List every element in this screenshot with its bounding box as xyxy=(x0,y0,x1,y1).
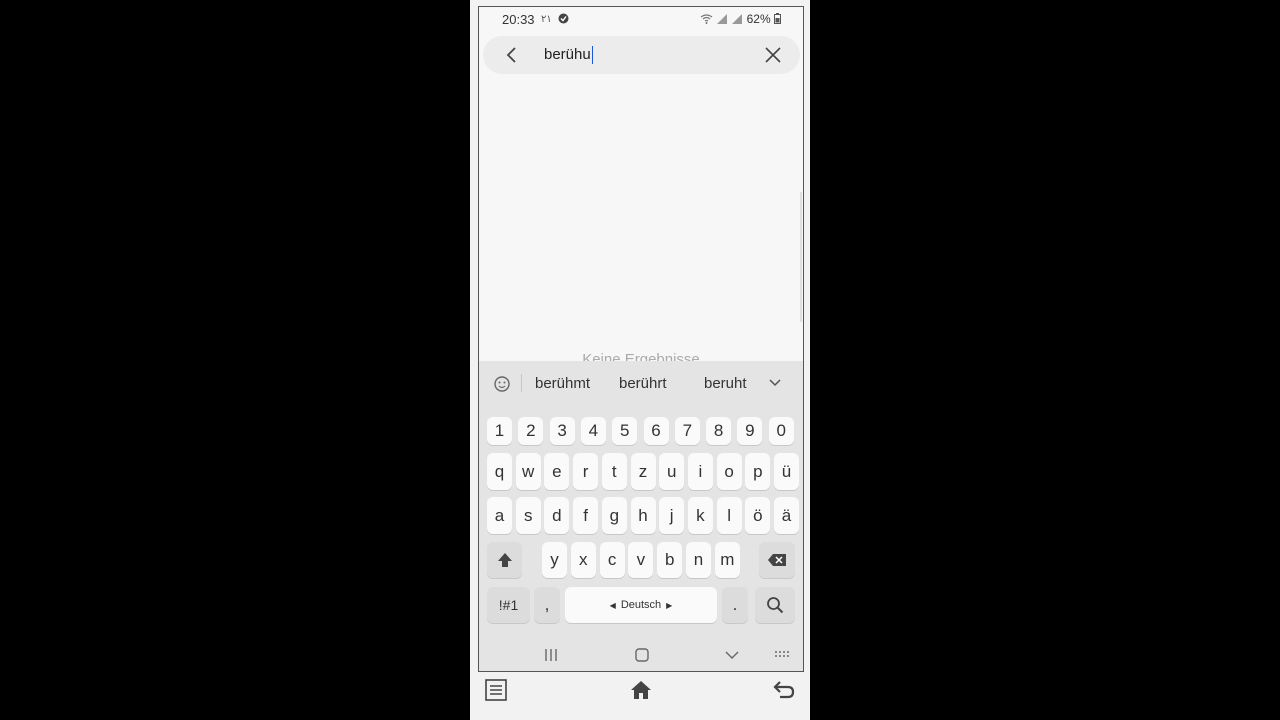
space-key[interactable]: ◀ Deutsch ▶ xyxy=(565,587,717,623)
key-g[interactable]: g xyxy=(601,497,627,534)
hide-keyboard-icon[interactable] xyxy=(724,647,740,663)
key-4[interactable]: 4 xyxy=(580,417,606,445)
app-bottom-nav xyxy=(470,672,810,720)
key-8[interactable]: 8 xyxy=(706,417,732,445)
undo-arrow-icon[interactable] xyxy=(772,678,796,702)
backspace-icon xyxy=(768,554,786,566)
battery-icon xyxy=(774,13,781,24)
emoji-toggle-icon[interactable] xyxy=(492,374,512,394)
suggestion-2[interactable]: berührt xyxy=(619,375,667,392)
status-time: 20:33 xyxy=(502,12,535,27)
key-w[interactable]: w xyxy=(515,453,541,490)
key-m[interactable]: m xyxy=(714,542,740,578)
key-s[interactable]: s xyxy=(515,497,541,534)
key-d[interactable]: d xyxy=(544,497,570,534)
search-key[interactable] xyxy=(755,587,795,623)
key-t[interactable]: t xyxy=(601,453,627,490)
key-p[interactable]: p xyxy=(745,453,771,490)
scrollbar[interactable] xyxy=(800,192,802,322)
symbols-key[interactable]: !#1 xyxy=(487,587,530,623)
signal-2-icon xyxy=(732,14,743,24)
comma-key[interactable]: , xyxy=(534,587,560,623)
key-r[interactable]: r xyxy=(573,453,599,490)
key-ü[interactable]: ü xyxy=(774,453,799,490)
shift-arrow-icon xyxy=(497,553,512,567)
backspace-key[interactable] xyxy=(759,542,795,578)
key-o[interactable]: o xyxy=(716,453,742,490)
key-n[interactable]: n xyxy=(686,542,711,578)
key-e[interactable]: e xyxy=(544,453,570,490)
key-f[interactable]: f xyxy=(573,497,599,534)
space-language-label: Deutsch xyxy=(620,599,662,611)
keyboard: berühmt berührt beruht 1234567890 qwertz… xyxy=(479,361,803,671)
status-extra: ٢١ xyxy=(541,13,569,25)
status-right: 62% xyxy=(700,12,781,26)
key-x[interactable]: x xyxy=(570,542,596,578)
key-j[interactable]: j xyxy=(659,497,685,534)
key-ä[interactable]: ä xyxy=(774,497,799,534)
recent-apps-icon[interactable] xyxy=(543,647,559,663)
key-2[interactable]: 2 xyxy=(518,417,544,445)
key-0[interactable]: 0 xyxy=(768,417,794,445)
home-house-icon[interactable] xyxy=(628,678,654,702)
notification-icon xyxy=(558,13,569,24)
key-5[interactable]: 5 xyxy=(612,417,638,445)
search-input[interactable]: berühu xyxy=(544,46,593,64)
key-u[interactable]: u xyxy=(659,453,685,490)
status-extra-text: ٢١ xyxy=(541,14,552,25)
key-c[interactable]: c xyxy=(599,542,625,578)
key-q[interactable]: q xyxy=(487,453,512,490)
battery-percent: 62% xyxy=(746,12,771,26)
system-nav-bar xyxy=(479,637,803,671)
language-prev-icon: ◀ xyxy=(609,600,616,610)
suggestion-divider xyxy=(521,374,522,392)
key-h[interactable]: h xyxy=(630,497,656,534)
key-9[interactable]: 9 xyxy=(737,417,763,445)
key-z[interactable]: z xyxy=(630,453,656,490)
key-l[interactable]: l xyxy=(716,497,742,534)
signal-icon xyxy=(716,14,727,24)
key-a[interactable]: a xyxy=(487,497,512,534)
key-y[interactable]: y xyxy=(542,542,567,578)
status-bar: 20:33 ٢١ 62% xyxy=(479,7,803,33)
wifi-icon xyxy=(700,14,712,24)
key-7[interactable]: 7 xyxy=(674,417,700,445)
home-icon[interactable] xyxy=(634,647,650,663)
language-next-icon: ▶ xyxy=(666,600,673,610)
search-bar: berühu xyxy=(483,36,800,74)
period-key[interactable]: . xyxy=(722,587,748,623)
back-arrow-icon[interactable] xyxy=(501,44,523,66)
key-v[interactable]: v xyxy=(628,542,654,578)
suggestion-1[interactable]: berühmt xyxy=(535,375,590,392)
keyboard-switch-icon[interactable] xyxy=(774,647,792,663)
key-i[interactable]: i xyxy=(687,453,713,490)
suggestion-bar: berühmt berührt beruht xyxy=(479,361,803,405)
suggestion-3[interactable]: beruht xyxy=(704,375,747,392)
key-b[interactable]: b xyxy=(657,542,683,578)
close-icon[interactable] xyxy=(762,44,784,66)
shift-key[interactable] xyxy=(487,542,522,578)
search-icon xyxy=(767,597,784,614)
phone-screen: 20:33 ٢١ 62% berühu Keine Ergebnisse ber… xyxy=(478,6,804,672)
key-6[interactable]: 6 xyxy=(643,417,669,445)
menu-list-icon[interactable] xyxy=(484,678,508,702)
chevron-down-icon[interactable] xyxy=(768,377,782,389)
key-ö[interactable]: ö xyxy=(745,497,771,534)
key-3[interactable]: 3 xyxy=(549,417,575,445)
key-k[interactable]: k xyxy=(687,497,713,534)
key-1[interactable]: 1 xyxy=(487,417,512,445)
